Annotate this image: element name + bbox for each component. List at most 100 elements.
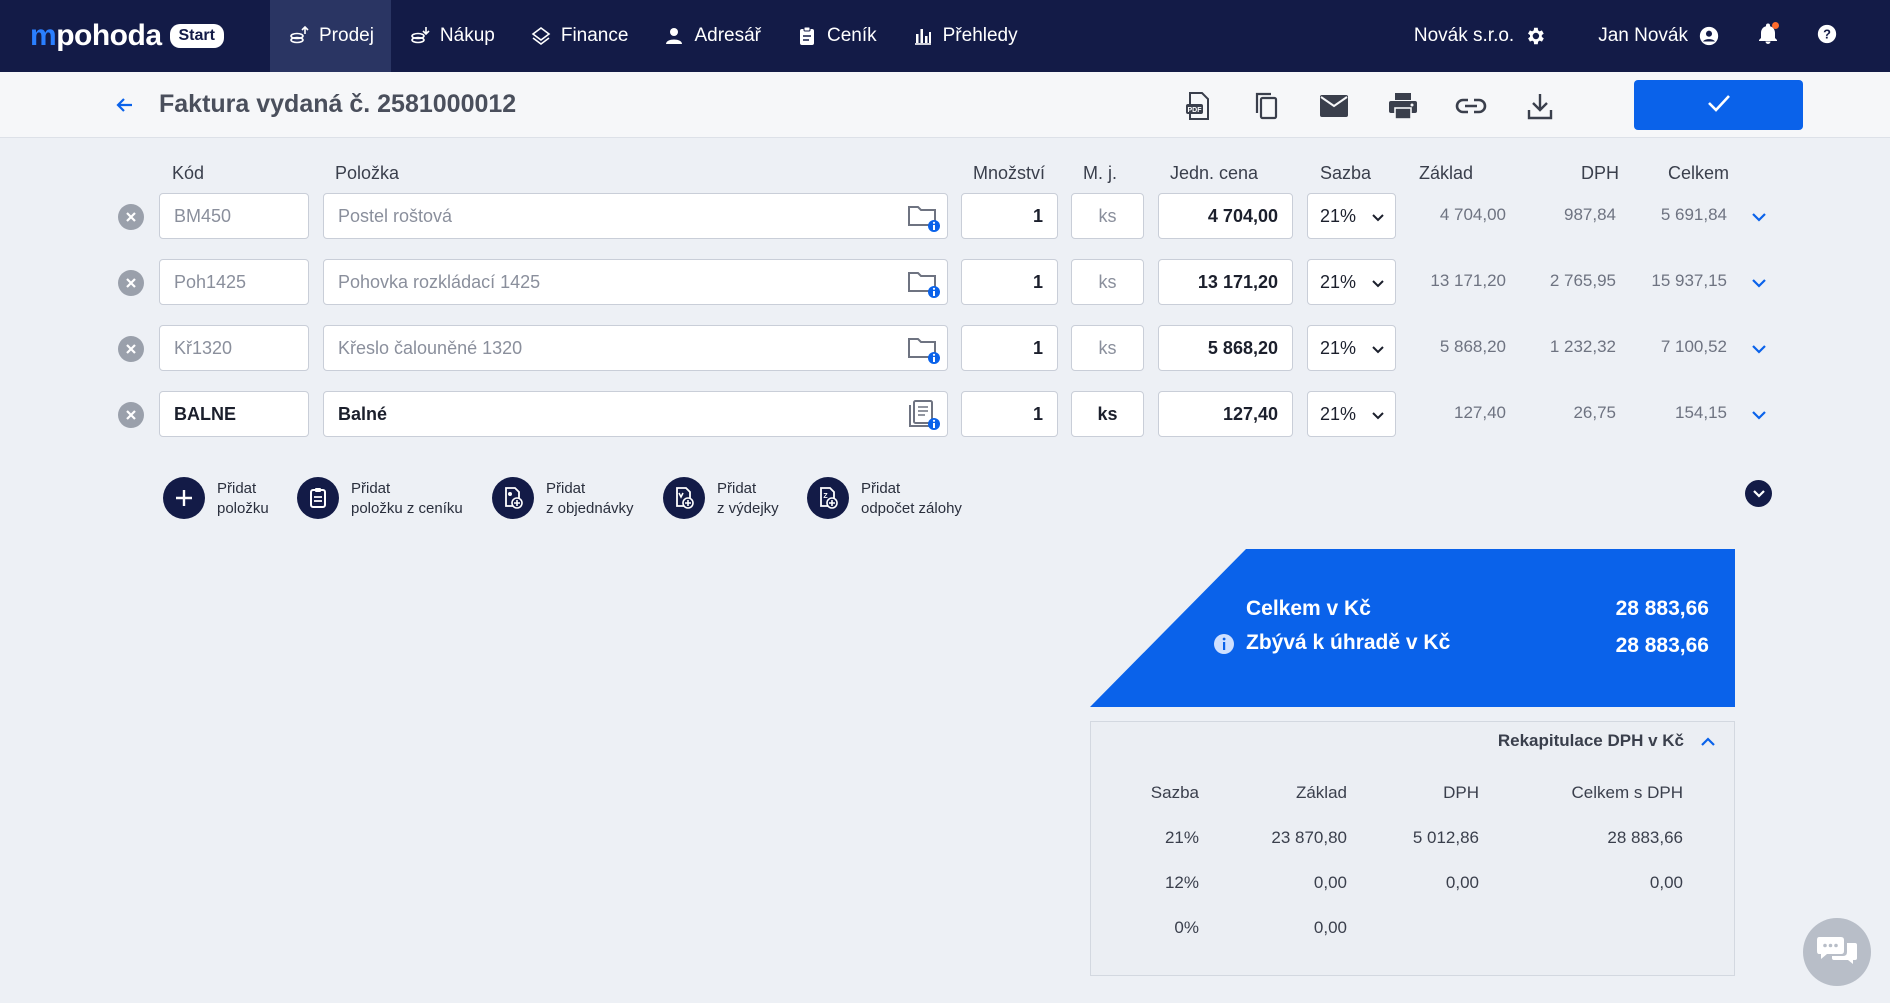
add-from-dispatch-button[interactable]: Přidat z výdejky bbox=[663, 477, 779, 519]
purchase-icon bbox=[408, 24, 432, 48]
code-input[interactable]: Poh1425 bbox=[159, 259, 309, 305]
unit-price-input[interactable]: 13 171,20 bbox=[1158, 259, 1293, 305]
svg-text:?: ? bbox=[1823, 26, 1831, 41]
info-icon[interactable] bbox=[1213, 633, 1235, 655]
svg-text:Z: Z bbox=[823, 493, 828, 500]
unit-input[interactable]: ks bbox=[1071, 193, 1144, 239]
nav-item-cenik[interactable]: Ceník bbox=[778, 0, 894, 72]
base-value: 13 171,20 bbox=[1430, 271, 1506, 290]
table-row: BM450 Postel roštová 1 ks 4 704,00 21% 4 704,0… bbox=[0, 191, 1890, 241]
page-title: Faktura vydaná č. 2581000012 bbox=[159, 90, 517, 118]
document-header: Faktura vydaná č. 2581000012 PDF bbox=[0, 72, 1890, 138]
add-deposit-deduction-button[interactable]: Z Přidat odpočet zálohy bbox=[807, 477, 962, 519]
recap-title: Rekapitulace DPH v Kč bbox=[1497, 731, 1684, 750]
quantity-input[interactable]: 1 bbox=[961, 325, 1058, 371]
chevron-down-icon bbox=[1371, 338, 1385, 359]
remove-row-icon[interactable] bbox=[118, 270, 144, 296]
code-input[interactable]: BALNE bbox=[159, 391, 309, 437]
vat-value: 1 232,32 bbox=[1549, 337, 1616, 356]
back-arrow-icon[interactable] bbox=[112, 92, 138, 118]
nav-item-finance[interactable]: Finance bbox=[512, 0, 646, 72]
recap-cell: 0,00 bbox=[1313, 918, 1347, 937]
unit-input[interactable]: ks bbox=[1071, 391, 1144, 437]
confirm-save-button[interactable] bbox=[1634, 80, 1803, 130]
vat-value: 26,75 bbox=[1573, 403, 1616, 422]
nav-item-prehledy[interactable]: Přehledy bbox=[894, 0, 1035, 72]
notifications-bell-icon[interactable] bbox=[1758, 21, 1779, 50]
total-value: 15 937,15 bbox=[1651, 271, 1727, 290]
unit-price-input[interactable]: 4 704,00 bbox=[1158, 193, 1293, 239]
pdf-icon[interactable]: PDF bbox=[1181, 89, 1215, 123]
table-row: BALNE Balné 1 ks 127,40 21% 127,40 26,75 154,15 bbox=[0, 389, 1890, 439]
base-value: 127,40 bbox=[1454, 403, 1506, 422]
add-from-order-button[interactable]: Přidat z objednávky bbox=[492, 477, 634, 519]
help-icon[interactable]: ? bbox=[1816, 23, 1838, 50]
bar-chart-icon bbox=[911, 24, 935, 48]
quantity-input[interactable]: 1 bbox=[961, 391, 1058, 437]
expand-row-chevron-icon[interactable] bbox=[1748, 206, 1770, 228]
mail-icon[interactable] bbox=[1317, 89, 1351, 123]
table-row: Kř1320 Křeslo čalouněné 1320 1 ks 5 868,20 21… bbox=[0, 323, 1890, 373]
code-input[interactable]: Kř1320 bbox=[159, 325, 309, 371]
link-icon[interactable] bbox=[1454, 89, 1488, 123]
nav-item-nakup[interactable]: Nákup bbox=[391, 0, 512, 72]
remaining-value: 28 883,66 bbox=[1615, 634, 1709, 657]
recap-cell: 0,00 bbox=[1445, 873, 1479, 892]
folder-info-icon[interactable] bbox=[907, 201, 941, 233]
document-dispatch-icon bbox=[663, 477, 705, 519]
total-label: Celkem v Kč bbox=[1246, 597, 1371, 620]
recap-cell: 0,00 bbox=[1649, 873, 1683, 892]
col-header-mj: M. j. bbox=[1083, 163, 1117, 183]
expand-row-chevron-icon[interactable] bbox=[1748, 404, 1770, 426]
unit-input[interactable]: ks bbox=[1071, 325, 1144, 371]
total-value: 7 100,52 bbox=[1660, 337, 1727, 356]
gear-icon bbox=[1524, 25, 1546, 47]
unit-price-input[interactable]: 127,40 bbox=[1158, 391, 1293, 437]
code-input[interactable]: BM450 bbox=[159, 193, 309, 239]
folder-info-icon[interactable] bbox=[907, 333, 941, 365]
remove-row-icon[interactable] bbox=[118, 204, 144, 230]
unit-price-input[interactable]: 5 868,20 bbox=[1158, 325, 1293, 371]
folder-info-icon[interactable] bbox=[907, 267, 941, 299]
vat-rate-select[interactable]: 21% bbox=[1307, 259, 1396, 305]
remove-row-icon[interactable] bbox=[118, 402, 144, 428]
vat-rate-select[interactable]: 21% bbox=[1307, 193, 1396, 239]
download-icon[interactable] bbox=[1523, 89, 1557, 123]
person-icon bbox=[662, 24, 686, 48]
expand-row-chevron-icon[interactable] bbox=[1748, 272, 1770, 294]
nav-item-adresar[interactable]: Adresář bbox=[645, 0, 778, 72]
pohoda-logo[interactable]: mpohoda Start bbox=[30, 19, 270, 53]
expand-row-chevron-icon[interactable] bbox=[1748, 338, 1770, 360]
col-header-zaklad: Základ bbox=[1419, 163, 1474, 183]
col-header-cena: Jedn. cena bbox=[1170, 163, 1259, 183]
chevron-up-icon[interactable] bbox=[1698, 732, 1718, 752]
add-item-button[interactable]: Přidat položku bbox=[163, 477, 269, 519]
quantity-input[interactable]: 1 bbox=[961, 193, 1058, 239]
vat-rate-select[interactable]: 21% bbox=[1307, 325, 1396, 371]
vat-rate-select[interactable]: 21% bbox=[1307, 391, 1396, 437]
col-header-dph: DPH bbox=[1581, 163, 1620, 183]
col-header-polozka: Položka bbox=[335, 163, 400, 183]
quantity-input[interactable]: 1 bbox=[961, 259, 1058, 305]
recap-cell: 0,00 bbox=[1313, 873, 1347, 892]
item-name-input[interactable]: Křeslo čalouněné 1320 bbox=[323, 325, 948, 371]
recap-cell: 21% bbox=[1164, 828, 1199, 847]
print-icon[interactable] bbox=[1386, 89, 1420, 123]
unit-input[interactable]: ks bbox=[1071, 259, 1144, 305]
nav-item-prodej[interactable]: Prodej bbox=[270, 0, 391, 72]
item-name-input[interactable]: Pohovka rozkládací 1425 bbox=[323, 259, 948, 305]
copy-icon[interactable] bbox=[1249, 89, 1283, 123]
recap-cell: 0% bbox=[1174, 918, 1199, 937]
checkmark-icon bbox=[1706, 93, 1732, 118]
item-name-input[interactable]: Postel roštová bbox=[323, 193, 948, 239]
chevron-down-icon bbox=[1371, 206, 1385, 227]
table-row: Poh1425 Pohovka rozkládací 1425 1 ks 13 171,… bbox=[0, 257, 1890, 307]
user-menu[interactable]: Jan Novák bbox=[1598, 25, 1720, 47]
add-from-pricelist-button[interactable]: Přidat položku z ceníku bbox=[297, 477, 463, 519]
item-name-input[interactable]: Balné bbox=[323, 391, 948, 437]
document-info-icon[interactable] bbox=[907, 399, 941, 431]
chat-button[interactable] bbox=[1803, 918, 1871, 986]
company-switcher[interactable]: Novák s.r.o. bbox=[1414, 25, 1546, 47]
remove-row-icon[interactable] bbox=[118, 336, 144, 362]
expand-all-chevron-icon[interactable] bbox=[1745, 480, 1772, 507]
